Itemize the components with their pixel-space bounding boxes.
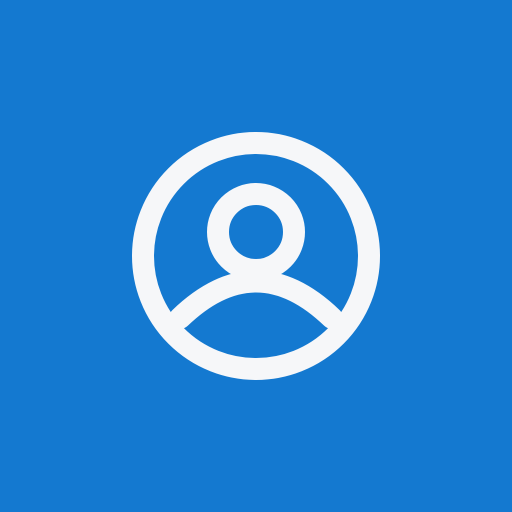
avatar-head	[207, 183, 305, 281]
avatar-tile	[0, 0, 512, 512]
user-circle-icon	[132, 132, 380, 380]
avatar-shoulders	[169, 270, 343, 329]
avatar-ring	[132, 132, 380, 380]
